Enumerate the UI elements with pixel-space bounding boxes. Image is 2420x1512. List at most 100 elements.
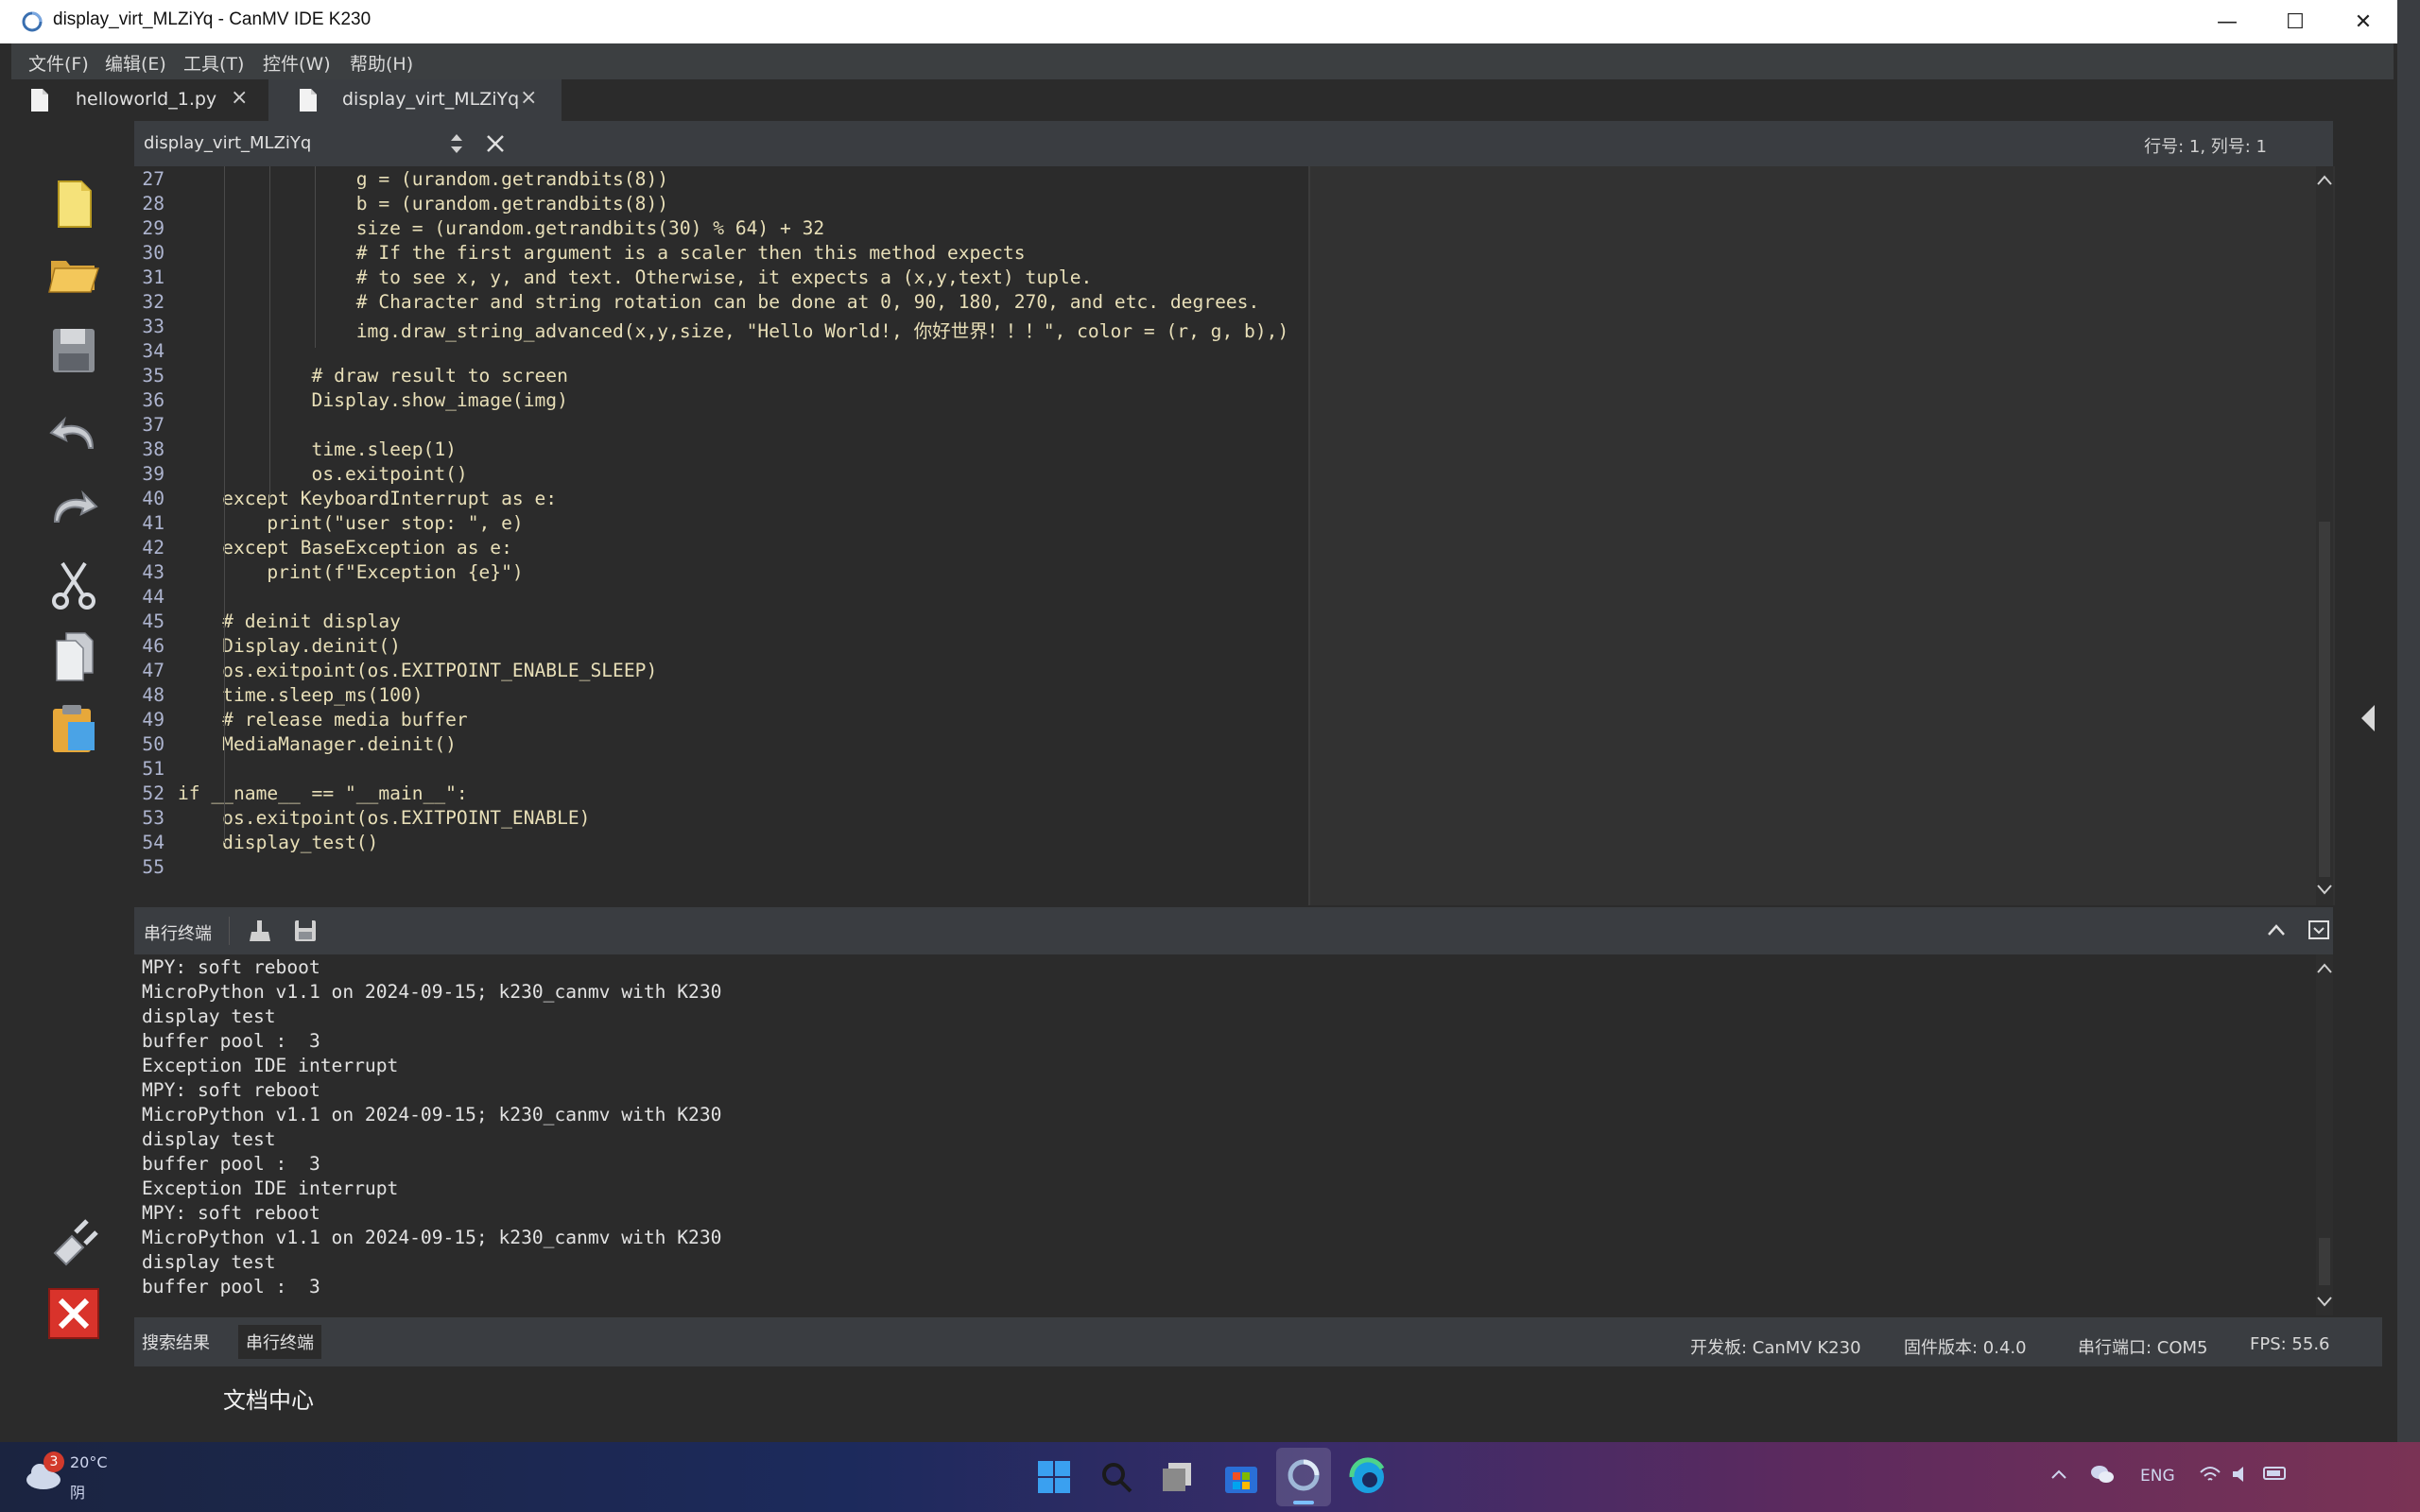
tab-close-icon[interactable]: × <box>231 86 248 110</box>
stop-disconnect-icon[interactable] <box>45 1285 102 1342</box>
code-line: os.exitpoint() <box>178 463 468 485</box>
line-number: 36 <box>142 389 164 411</box>
terminal-scrollbar[interactable] <box>2316 954 2333 1315</box>
tab-display-virt[interactable]: display_virt_MLZiYq × <box>268 79 562 121</box>
hide-panel-icon[interactable] <box>2308 920 2329 939</box>
store-icon[interactable] <box>1218 1453 1265 1501</box>
terminal-title: 串行终端 <box>144 924 212 944</box>
paste-icon[interactable] <box>45 699 102 756</box>
file-icon <box>300 89 317 112</box>
scroll-down-icon[interactable] <box>2316 1295 2333 1308</box>
tab-helloworld[interactable]: helloworld_1.py × <box>11 79 267 121</box>
updown-arrows-icon[interactable] <box>450 132 463 155</box>
doc-center-link[interactable]: 文档中心 <box>223 1382 314 1415</box>
start-icon[interactable] <box>1030 1453 1078 1501</box>
terminal-line: Exception IDE interrupt <box>142 1055 399 1076</box>
line-number: 53 <box>142 807 164 829</box>
code-line: time.sleep_ms(100) <box>178 684 424 706</box>
editor-scrollbar[interactable] <box>2316 166 2333 905</box>
new-file-icon[interactable] <box>45 176 102 232</box>
scroll-down-icon[interactable] <box>2316 883 2333 896</box>
line-number: 33 <box>142 316 164 337</box>
open-folder-icon[interactable] <box>45 244 102 301</box>
tray-overflow-icon[interactable] <box>2049 1467 2068 1482</box>
collapse-side-panel-icon[interactable] <box>2360 703 2377 733</box>
editor-scroll-thumb[interactable] <box>2319 522 2330 877</box>
menu-help[interactable]: 帮助(H) <box>350 50 413 76</box>
code-line: # deinit display <box>178 610 401 632</box>
line-number: 35 <box>142 365 164 387</box>
left-toolbar <box>11 121 132 1368</box>
clear-terminal-icon[interactable] <box>248 919 272 943</box>
terminal-line: buffer pool : 3 <box>142 1276 320 1297</box>
save-terminal-icon[interactable] <box>293 919 318 943</box>
file-icon <box>31 89 48 112</box>
canmv-taskbar-button[interactable] <box>1276 1448 1331 1506</box>
code-line: display_test() <box>178 832 379 853</box>
line-number: 52 <box>142 782 164 804</box>
search-icon[interactable] <box>1093 1453 1140 1501</box>
serial-terminal[interactable]: MPY: soft reboot MicroPython v1.1 on 2024… <box>134 954 2318 1315</box>
cut-icon[interactable] <box>45 556 102 612</box>
line-number: 39 <box>142 463 164 485</box>
editor-right-margin <box>1308 166 2335 905</box>
tab-label: helloworld_1.py <box>76 89 217 110</box>
line-number: 27 <box>142 168 164 190</box>
connect-icon[interactable] <box>45 1215 102 1272</box>
scroll-up-icon[interactable] <box>2316 962 2333 975</box>
tab-serial-terminal[interactable]: 串行终端 <box>238 1325 321 1359</box>
menu-tools[interactable]: 工具(T) <box>183 50 244 76</box>
close-document-icon[interactable] <box>486 134 505 153</box>
ide-window: display_virt_MLZiYq - CanMV IDE K230 — ☐… <box>0 0 2397 1444</box>
minimize-button[interactable]: — <box>2193 0 2261 43</box>
file-tab-bar: helloworld_1.py × display_virt_MLZiYq × <box>11 79 2394 121</box>
code-line: os.exitpoint(os.EXITPOINT_ENABLE) <box>178 807 591 829</box>
line-number: 40 <box>142 488 164 509</box>
cursor-position: 行号: 1, 列号: 1 <box>2144 137 2267 157</box>
code-line: # Character and string rotation can be d… <box>178 291 1260 313</box>
wifi-icon[interactable] <box>2199 1465 2221 1484</box>
maximize-panel-icon[interactable] <box>2267 922 2286 937</box>
terminal-line: MicroPython v1.1 on 2024-09-15; k230_can… <box>142 981 722 1003</box>
save-icon[interactable] <box>45 321 102 378</box>
window-title: display_virt_MLZiYq - CanMV IDE K230 <box>53 9 372 29</box>
close-window-button[interactable]: ✕ <box>2329 0 2397 43</box>
copy-icon[interactable] <box>45 627 102 684</box>
edge-browser-icon[interactable] <box>1344 1453 1392 1501</box>
background-window-edge <box>2397 0 2420 1442</box>
code-line: # release media buffer <box>178 709 468 730</box>
code-line: print("user stop: ", e) <box>178 512 524 534</box>
redo-icon[interactable] <box>45 480 102 537</box>
menu-edit[interactable]: 编辑(E) <box>105 50 166 76</box>
menu-widgets[interactable]: 控件(W) <box>263 50 331 76</box>
code-line: g = (urandom.getrandbits(8)) <box>178 168 669 190</box>
tab-label: display_virt_MLZiYq <box>342 89 520 110</box>
battery-icon[interactable] <box>2263 1465 2290 1482</box>
menu-file[interactable]: 文件(F) <box>28 50 89 76</box>
line-number: 45 <box>142 610 164 632</box>
wechat-tray-icon[interactable] <box>2089 1463 2116 1486</box>
scroll-up-icon[interactable] <box>2316 174 2333 187</box>
task-view-icon[interactable] <box>1155 1453 1202 1501</box>
terminal-line: buffer pool : 3 <box>142 1030 320 1052</box>
terminal-line: MicroPython v1.1 on 2024-09-15; k230_can… <box>142 1227 722 1248</box>
file-selector[interactable]: display_virt_MLZiYq <box>144 133 311 153</box>
input-language[interactable]: ENG <box>2140 1467 2175 1486</box>
volume-icon[interactable] <box>2231 1465 2254 1484</box>
indent-guide <box>269 166 270 503</box>
maximize-button[interactable]: ☐ <box>2261 0 2329 43</box>
terminal-header: 串行终端 <box>134 907 2333 954</box>
code-editor[interactable]: 27 g = (urandom.getrandbits(8)) 28 b = (u… <box>134 166 1308 905</box>
line-number: 38 <box>142 438 164 460</box>
active-indicator <box>1293 1501 1314 1504</box>
code-line: except BaseException as e: <box>178 537 512 558</box>
line-number: 47 <box>142 660 164 681</box>
terminal-scroll-thumb[interactable] <box>2319 1238 2330 1285</box>
bottom-bar: 搜索结果 串行终端 开发板: CanMV K230 固件版本: 0.4.0 串行… <box>134 1317 2382 1366</box>
tab-close-icon[interactable]: × <box>520 86 537 110</box>
undo-icon[interactable] <box>45 406 102 463</box>
indent-guide <box>224 166 225 843</box>
tab-search-results[interactable]: 搜索结果 <box>134 1325 217 1359</box>
title-bar: display_virt_MLZiYq - CanMV IDE K230 — ☐… <box>0 0 2397 43</box>
code-line: # If the first argument is a scaler then… <box>178 242 1026 264</box>
